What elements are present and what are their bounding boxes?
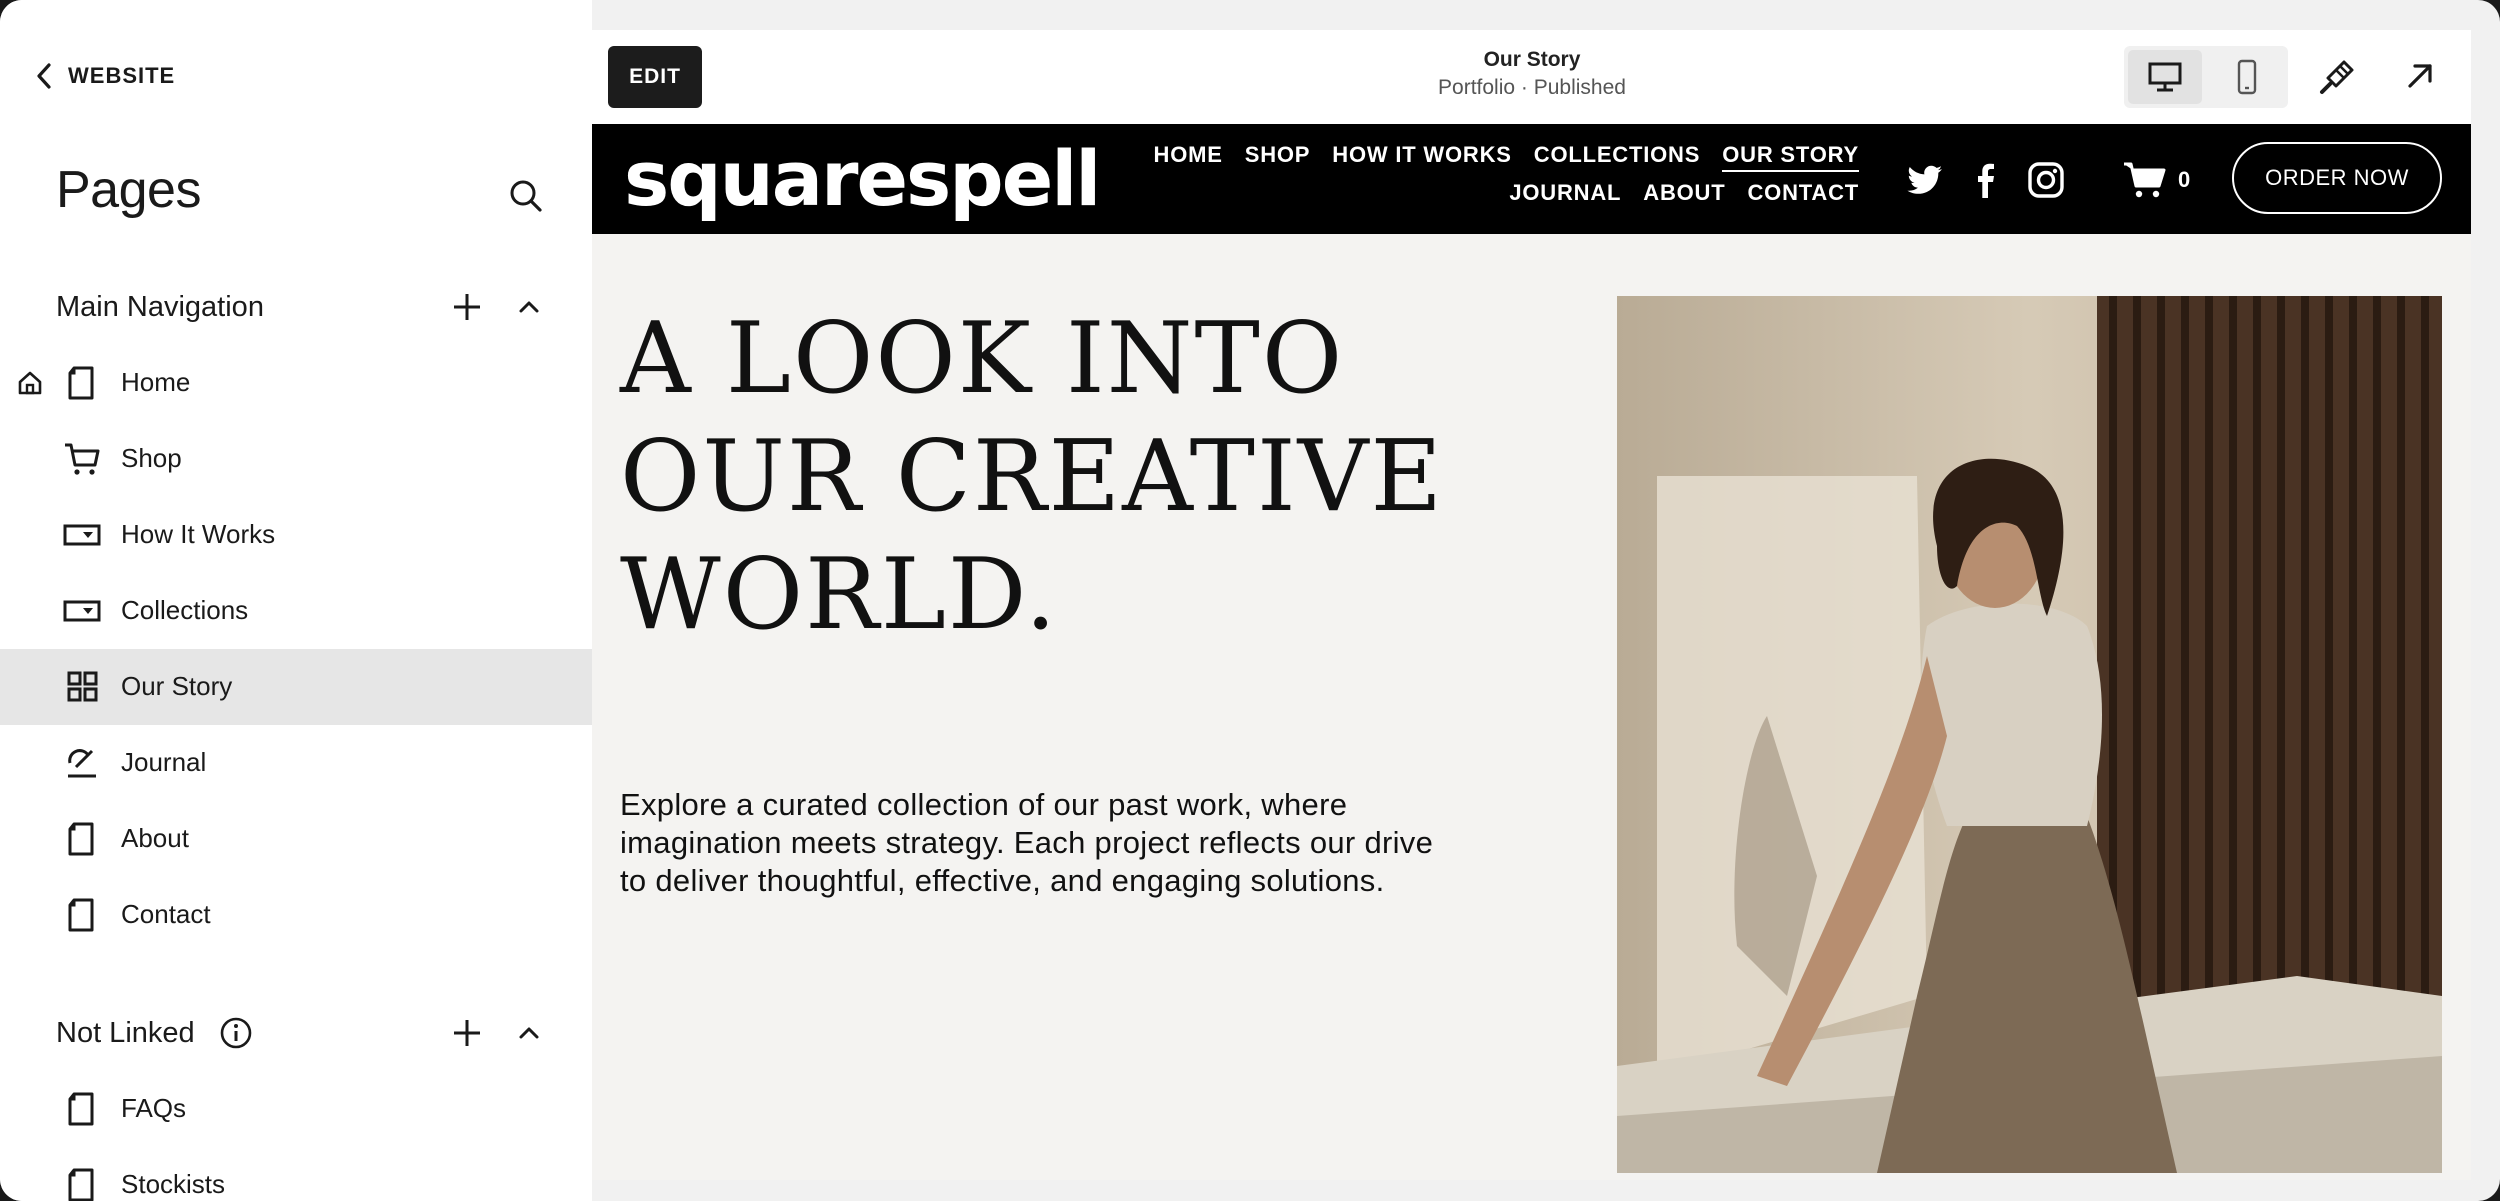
facebook-icon[interactable] — [1966, 160, 2006, 200]
cart-icon — [2124, 162, 2166, 198]
back-to-website-button[interactable]: WEBSITE — [34, 62, 175, 90]
sidebar-item-label: Collections — [121, 595, 249, 625]
page-icon — [68, 822, 94, 856]
sidebar-item-label: Shop — [121, 443, 182, 473]
sidebar-item-stockists[interactable]: Stockists — [0, 1147, 592, 1201]
site-preview: EDIT Our Story Portfolio · Published squ… — [592, 30, 2471, 1180]
site-nav-shop[interactable]: SHOP — [1245, 142, 1311, 172]
nav-row: HOME SHOP HOW IT WORKS COLLECTIONS OUR S… — [1154, 142, 1859, 172]
desktop-view-button[interactable] — [2128, 50, 2202, 104]
folder-dropdown-icon — [63, 600, 101, 622]
collapse-caret-icon[interactable] — [512, 1016, 546, 1050]
site-logo[interactable]: squarespell — [624, 134, 1101, 223]
editor-toolbar: EDIT Our Story Portfolio · Published — [592, 30, 2471, 124]
sidebar-item-home[interactable]: Home — [0, 345, 592, 421]
site-nav-collections[interactable]: COLLECTIONS — [1534, 142, 1700, 172]
not-linked-list: FAQs Stockists — [0, 1071, 592, 1201]
current-page-title: Our Story — [1483, 48, 1581, 71]
portrait-photo-illustration — [1617, 296, 2442, 1173]
sidebar-item-journal[interactable]: Journal — [0, 725, 592, 801]
sidebar-item-our-story[interactable]: Our Story — [0, 649, 592, 725]
page-icon — [68, 366, 94, 400]
mobile-view-button[interactable] — [2210, 50, 2284, 104]
info-icon[interactable] — [219, 1016, 253, 1050]
page-info: Our Story Portfolio · Published — [1322, 48, 1742, 100]
sidebar-item-label: How It Works — [121, 519, 276, 549]
sidebar-item-faqs[interactable]: FAQs — [0, 1071, 592, 1147]
app-window: WEBSITE Pages Main Navigation Home Shop … — [0, 0, 2500, 1201]
sidebar-item-collections[interactable]: Collections — [0, 573, 592, 649]
hero-heading: A LOOK INTO OUR CREATIVE WORLD. — [620, 302, 1444, 652]
sidebar-item-label: Stockists — [121, 1169, 226, 1199]
folder-dropdown-icon — [63, 524, 101, 546]
grid-icon — [67, 671, 98, 702]
site-nav-home[interactable]: HOME — [1154, 142, 1223, 172]
site-nav-how-it-works[interactable]: HOW IT WORKS — [1332, 142, 1511, 172]
main-navigation-header: Main Navigation — [56, 282, 546, 332]
site-nav-about[interactable]: ABOUT — [1643, 180, 1725, 208]
device-toggle — [2124, 46, 2288, 108]
collapse-caret-icon[interactable] — [512, 290, 546, 324]
chevron-left-icon — [37, 63, 51, 89]
section-label: Main Navigation — [56, 290, 264, 323]
sidebar-item-how-it-works[interactable]: How It Works — [0, 497, 592, 573]
add-page-icon[interactable] — [450, 1016, 484, 1050]
nav-row: JOURNAL ABOUT CONTACT — [1154, 180, 1859, 208]
cart-button[interactable]: 0 — [2122, 160, 2190, 200]
sidebar-item-contact[interactable]: Contact — [0, 877, 592, 953]
add-page-icon[interactable] — [450, 290, 484, 324]
site-nav-contact[interactable]: CONTACT — [1747, 180, 1859, 208]
order-now-button[interactable]: ORDER NOW — [2232, 142, 2442, 214]
main-navigation-list: Home Shop How It Works Collections Our S… — [0, 345, 592, 953]
open-external-arrow-icon[interactable] — [2404, 60, 2436, 92]
hero-photo — [1617, 296, 2442, 1173]
sidebar-item-label: FAQs — [121, 1093, 187, 1123]
page-status: Portfolio · Published — [1438, 76, 1626, 99]
site-styles-brush-icon[interactable] — [2316, 56, 2358, 98]
not-linked-header: Not Linked — [56, 1008, 546, 1058]
twitter-icon[interactable] — [1906, 160, 1946, 200]
mobile-icon — [2237, 59, 2257, 95]
desktop-icon — [2148, 62, 2182, 92]
search-icon[interactable] — [506, 176, 546, 216]
instagram-icon[interactable] — [2026, 160, 2066, 200]
sidebar-item-label: About — [121, 823, 189, 853]
hero-description: Explore a curated collection of our past… — [620, 787, 1434, 898]
site-header: squarespell HOME SHOP HOW IT WORKS COLLE… — [592, 124, 2471, 234]
home-icon — [18, 371, 42, 395]
sidebar-item-label: Our Story — [121, 671, 233, 701]
cart-icon — [65, 443, 100, 475]
blog-pen-icon — [68, 749, 96, 778]
sidebar-item-label: Contact — [121, 899, 211, 929]
cart-count: 0 — [2178, 167, 2191, 192]
page-icon — [68, 1092, 94, 1126]
edit-button[interactable]: EDIT — [608, 46, 702, 108]
sidebar-item-label: Home — [121, 367, 191, 397]
page-icon — [68, 1168, 94, 1201]
site-navigation: HOME SHOP HOW IT WORKS COLLECTIONS OUR S… — [1154, 142, 1859, 208]
sidebar-item-label: Journal — [121, 747, 207, 777]
site-nav-journal[interactable]: JOURNAL — [1509, 180, 1621, 208]
sidebar-item-shop[interactable]: Shop — [0, 421, 592, 497]
site-nav-our-story[interactable]: OUR STORY — [1722, 142, 1859, 172]
page-title: Pages — [56, 161, 201, 219]
back-label: WEBSITE — [68, 63, 176, 88]
page-icon — [68, 898, 94, 932]
section-label: Not Linked — [56, 1016, 195, 1049]
sidebar-item-about[interactable]: About — [0, 801, 592, 877]
pages-sidebar: WEBSITE Pages Main Navigation Home Shop … — [0, 0, 592, 1201]
